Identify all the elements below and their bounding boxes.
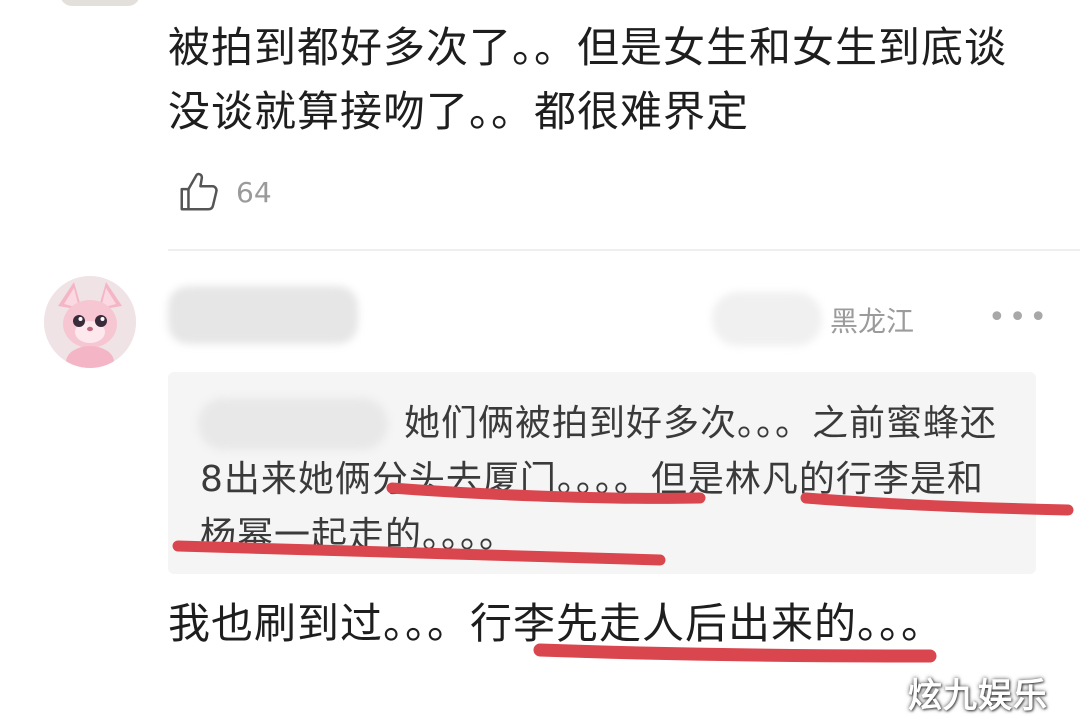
time-redacted [712, 292, 822, 346]
quoted-comment-body: 她们俩被拍到好多次。。。之前蜜蜂还8出来她俩分头去厦门。。。。但是林凡的行李是和… [200, 403, 998, 556]
reply-text: 我也刷到过。。。行李先走人后出来的。。。 [168, 599, 945, 648]
comment-text: 被拍到都好多次了。。但是女生和女生到底谈没谈就算接吻了。。都很难界定 [168, 23, 1008, 136]
like-button[interactable]: 64 [176, 168, 272, 216]
thumbs-up-icon [180, 172, 218, 211]
username-redacted [168, 286, 358, 344]
watermark: 炫九娱乐 [908, 676, 1048, 716]
more-dots-icon[interactable]: ••• [988, 300, 1050, 335]
location-label: 黑龙江 [830, 305, 915, 338]
avatar[interactable] [44, 276, 136, 368]
previous-avatar-edge [60, 0, 140, 6]
avatar-image [44, 276, 136, 368]
like-count: 64 [236, 175, 272, 209]
quoted-comment-text: 她们俩被拍到好多次。。。之前蜜蜂还8出来她俩分头去厦门。。。。但是林凡的行李是和… [200, 396, 1010, 564]
divider [168, 249, 1080, 251]
